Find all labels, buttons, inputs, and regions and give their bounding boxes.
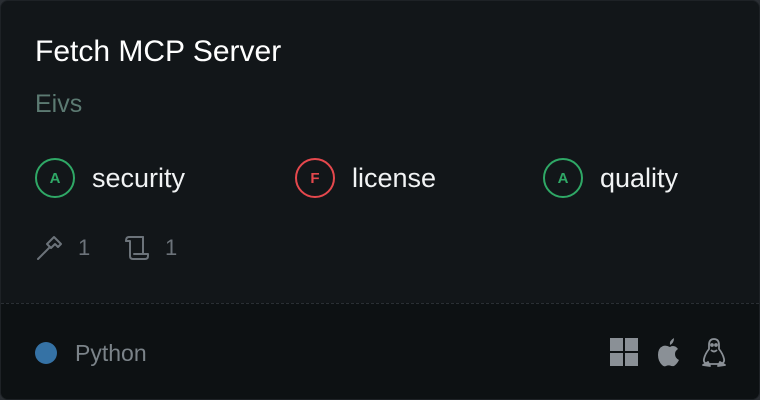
license-label: license: [352, 162, 437, 193]
language-indicator: Python: [35, 340, 147, 366]
license-badge[interactable]: F license: [295, 156, 436, 200]
prompts-stat: 1: [121, 231, 177, 265]
tools-stat: 1: [34, 231, 90, 265]
quality-badge[interactable]: A quality: [543, 156, 678, 200]
apple-icon: [655, 336, 685, 368]
server-author[interactable]: Eivs: [35, 90, 82, 119]
license-grade: F: [295, 158, 335, 198]
server-card[interactable]: Fetch MCP Server Eivs A security F licen…: [0, 0, 760, 400]
quality-grade: A: [543, 158, 583, 198]
linux-icon: [699, 336, 729, 368]
language-name: Python: [75, 339, 147, 366]
windows-icon: [609, 336, 639, 368]
quality-label: quality: [600, 162, 679, 193]
language-color-dot: [35, 342, 57, 364]
hammer-icon: [34, 233, 64, 263]
security-label: security: [92, 162, 186, 193]
security-badge[interactable]: A security: [35, 156, 185, 200]
server-title[interactable]: Fetch MCP Server: [35, 35, 281, 69]
tools-count: 1: [78, 235, 91, 260]
security-grade: A: [35, 158, 75, 198]
card-footer: Python: [1, 303, 759, 399]
prompts-count: 1: [165, 235, 178, 260]
scroll-icon: [121, 233, 151, 263]
